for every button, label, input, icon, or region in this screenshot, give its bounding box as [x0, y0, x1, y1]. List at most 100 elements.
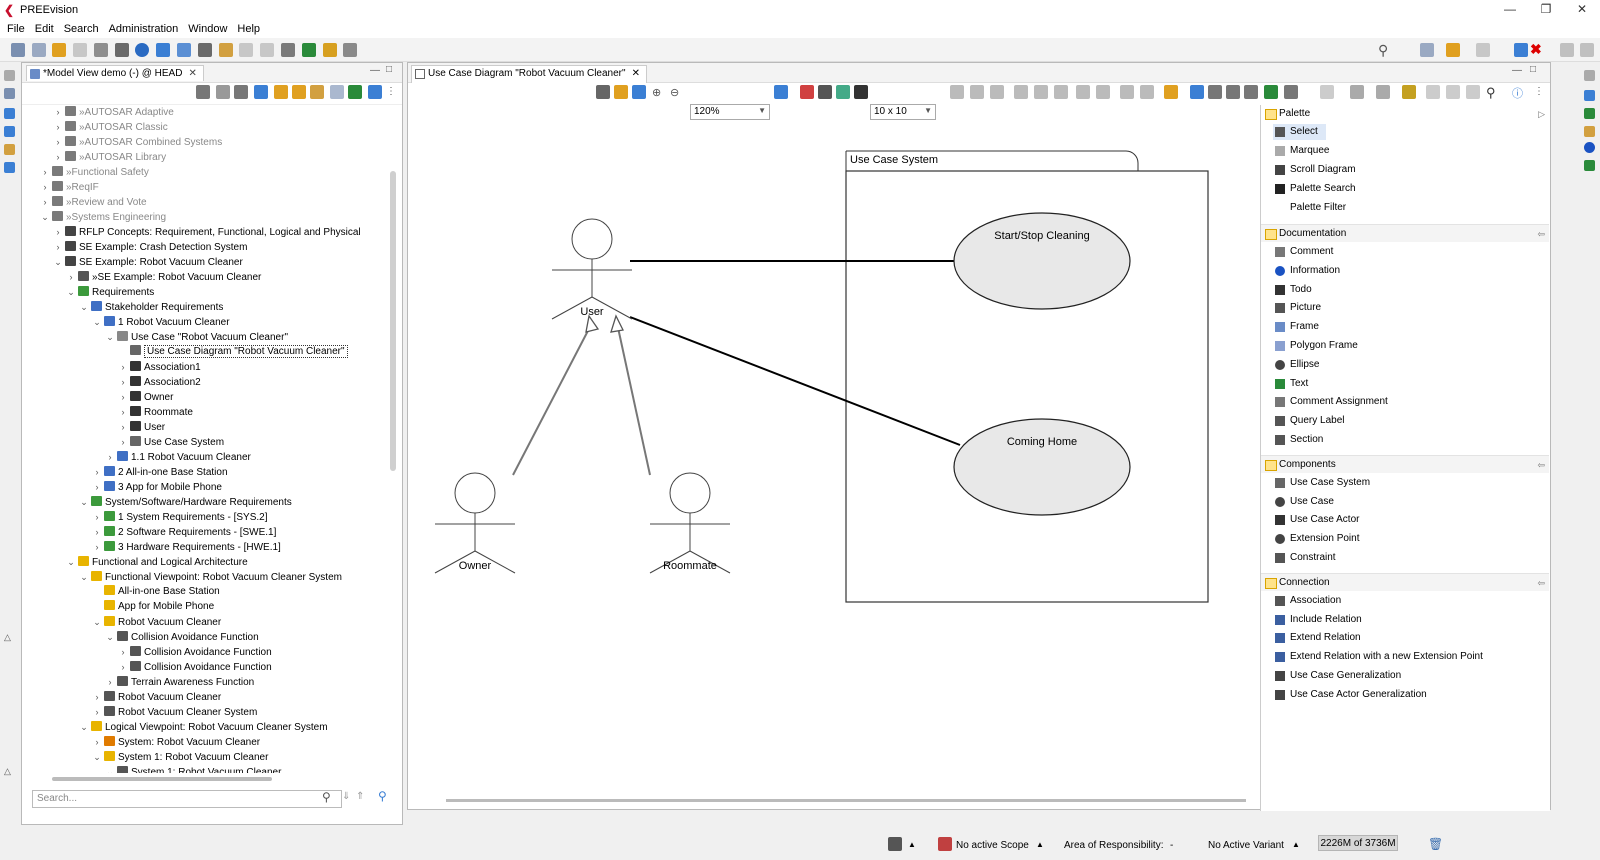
diagram-filter-icon[interactable] — [1190, 85, 1204, 99]
arrow-left2-icon[interactable] — [1446, 85, 1460, 99]
collapse-chevron-icon[interactable]: ⌄ — [79, 300, 89, 314]
expand-icon[interactable] — [234, 85, 248, 99]
print-icon[interactable] — [31, 43, 46, 57]
editor-menu-icon[interactable]: ⋮ — [1534, 86, 1544, 97]
spell-icon[interactable] — [836, 85, 850, 99]
palette-item-marquee[interactable]: Marquee — [1273, 143, 1329, 159]
collapse-chevron-icon[interactable]: ⌄ — [66, 555, 76, 569]
palette-item-palette-filter[interactable]: Palette Filter — [1273, 200, 1346, 216]
route-icon[interactable] — [1208, 85, 1222, 99]
tree-item[interactable]: Use Case Diagram "Robot Vacuum Cleaner" — [118, 345, 348, 359]
tree-back-icon[interactable] — [274, 85, 288, 99]
owner-generalization-line[interactable] — [512, 322, 593, 476]
tree-item[interactable]: › »Review and Vote — [40, 195, 147, 209]
tree-item[interactable]: › SE Example: Crash Detection System — [53, 240, 247, 254]
palette-item-text[interactable]: Text — [1273, 376, 1308, 392]
palette-item-use-case-system[interactable]: Use Case System — [1273, 475, 1370, 491]
palette-collapse-icon[interactable]: ▷ — [1538, 105, 1545, 123]
perspective-icon[interactable] — [1420, 43, 1434, 57]
aor-value[interactable]: - — [1170, 840, 1173, 851]
expand-chevron-icon[interactable]: › — [118, 375, 128, 389]
edit-icon[interactable] — [93, 43, 108, 57]
expand-chevron-icon[interactable]: › — [92, 465, 102, 479]
expand-chevron-icon[interactable]: › — [118, 420, 128, 434]
advanced-search-icon[interactable]: ⚲ — [378, 789, 387, 803]
expand-chevron-icon[interactable]: › — [92, 510, 102, 524]
tree-item[interactable]: › 1.1 Robot Vacuum Cleaner — [105, 450, 251, 464]
palette-item-query-label[interactable]: Query Label — [1273, 413, 1344, 429]
filter-icon[interactable] — [197, 43, 212, 57]
expand-chevron-icon[interactable]: › — [40, 180, 50, 194]
collapse-chevron-icon[interactable]: ⌄ — [53, 255, 63, 269]
pin-icon[interactable]: ⇦ — [1537, 574, 1545, 592]
tree-item[interactable]: › »Functional Safety — [40, 165, 149, 179]
expand-chevron-icon[interactable]: › — [40, 165, 50, 179]
tree-item[interactable]: › 2 Software Requirements - [SWE.1] — [92, 525, 276, 539]
menu-search[interactable]: Search — [59, 20, 104, 38]
same-height-icon[interactable] — [1096, 85, 1110, 99]
close-tab-icon[interactable]: ✕ — [188, 68, 196, 79]
tree-item[interactable]: ⌄ System 1: Robot Vacuum Cleaner — [92, 750, 268, 764]
status-book-icon[interactable] — [888, 837, 902, 851]
tree-vertical-scrollbar[interactable] — [390, 171, 396, 471]
menu-help[interactable]: Help — [232, 20, 265, 38]
tree-item[interactable]: › System: Robot Vacuum Cleaner — [92, 735, 260, 749]
undo-icon[interactable] — [52, 43, 67, 57]
back-icon[interactable] — [239, 43, 254, 57]
tree-filter-icon[interactable] — [368, 85, 382, 99]
variant-status[interactable]: No Active Variant — [1208, 840, 1284, 851]
redo-icon[interactable] — [73, 43, 88, 57]
palette-item-use-case[interactable]: Use Case — [1273, 494, 1334, 510]
expand-chevron-icon[interactable]: › — [118, 390, 128, 404]
tree-item[interactable]: › Collision Avoidance Function — [118, 660, 272, 674]
minus-icon[interactable] — [216, 85, 230, 99]
collapse-chevron-icon[interactable]: ⌄ — [66, 285, 76, 299]
restore-icon[interactable] — [4, 70, 15, 81]
expand-chevron-icon[interactable]: › — [66, 270, 76, 284]
align-right-icon[interactable] — [990, 85, 1004, 99]
start-stop-cleaning-use-case[interactable] — [953, 212, 1131, 310]
tree-item[interactable]: › User — [118, 420, 165, 434]
forward-icon[interactable] — [260, 43, 275, 57]
align-middle-icon[interactable] — [1034, 85, 1048, 99]
palette-item-comment-assignment[interactable]: Comment Assignment — [1273, 394, 1388, 410]
collapse-chevron-icon[interactable]: ⌄ — [79, 570, 89, 584]
palette-item-scroll-diagram[interactable]: Scroll Diagram — [1273, 162, 1356, 178]
tree-item[interactable]: › Association2 — [118, 375, 201, 389]
palette-item-include-relation[interactable]: Include Relation — [1273, 612, 1362, 628]
tree-item[interactable]: › Owner — [118, 390, 173, 404]
palette-item-use-case-generalization[interactable]: Use Case Generalization — [1273, 668, 1401, 684]
expand-chevron-icon[interactable]: › — [92, 480, 102, 494]
expand-chevron-icon[interactable]: › — [92, 705, 102, 719]
expand-chevron-icon[interactable]: › — [105, 675, 115, 689]
same-width-icon[interactable] — [1076, 85, 1090, 99]
garbage-collect-icon[interactable]: 🗑 — [1428, 837, 1443, 851]
outline-icon[interactable] — [4, 88, 15, 99]
link-icon[interactable] — [156, 43, 171, 57]
ee-perspective-icon[interactable] — [1514, 43, 1528, 57]
find-icon[interactable]: ⚲ — [1486, 85, 1496, 101]
connector-icon[interactable] — [1320, 85, 1334, 99]
palette-item-extend-relation-with-a-new-extension-point[interactable]: Extend Relation with a new Extension Poi… — [1273, 649, 1483, 665]
collapse-chevron-icon[interactable]: ⌄ — [40, 210, 50, 224]
expand-chevron-icon[interactable]: › — [92, 540, 102, 554]
expand-chevron-icon[interactable]: › — [118, 435, 128, 449]
model-view-tab[interactable]: *Model View demo (-) @ HEAD ✕ — [26, 65, 204, 81]
bring-front-icon[interactable] — [1402, 85, 1416, 99]
collapse-up2-icon[interactable]: △ — [4, 766, 11, 777]
connector3-icon[interactable] — [1376, 85, 1390, 99]
tree-item[interactable]: ⌄ 1 Robot Vacuum Cleaner — [92, 315, 230, 329]
tree-item[interactable]: ⌄ Use Case "Robot Vacuum Cleaner" — [105, 330, 288, 344]
palette-item-extension-point[interactable]: Extension Point — [1273, 531, 1360, 547]
palette-item-picture[interactable]: Picture — [1273, 300, 1321, 316]
collapse-chevron-icon[interactable]: ⌄ — [105, 630, 115, 644]
lock-icon[interactable] — [1560, 43, 1574, 57]
menu-file[interactable]: File — [2, 20, 30, 38]
tree-item[interactable]: › Terrain Awareness Function — [105, 675, 254, 689]
hierarchy-icon[interactable] — [4, 162, 15, 173]
expand-chevron-icon[interactable]: › — [92, 525, 102, 539]
properties-icon[interactable] — [4, 108, 15, 119]
palette-section-connection[interactable]: Connection ⇦ — [1261, 572, 1549, 592]
right-tree-icon[interactable] — [1584, 108, 1595, 119]
maximize-icon[interactable]: ❐ — [1528, 0, 1564, 20]
